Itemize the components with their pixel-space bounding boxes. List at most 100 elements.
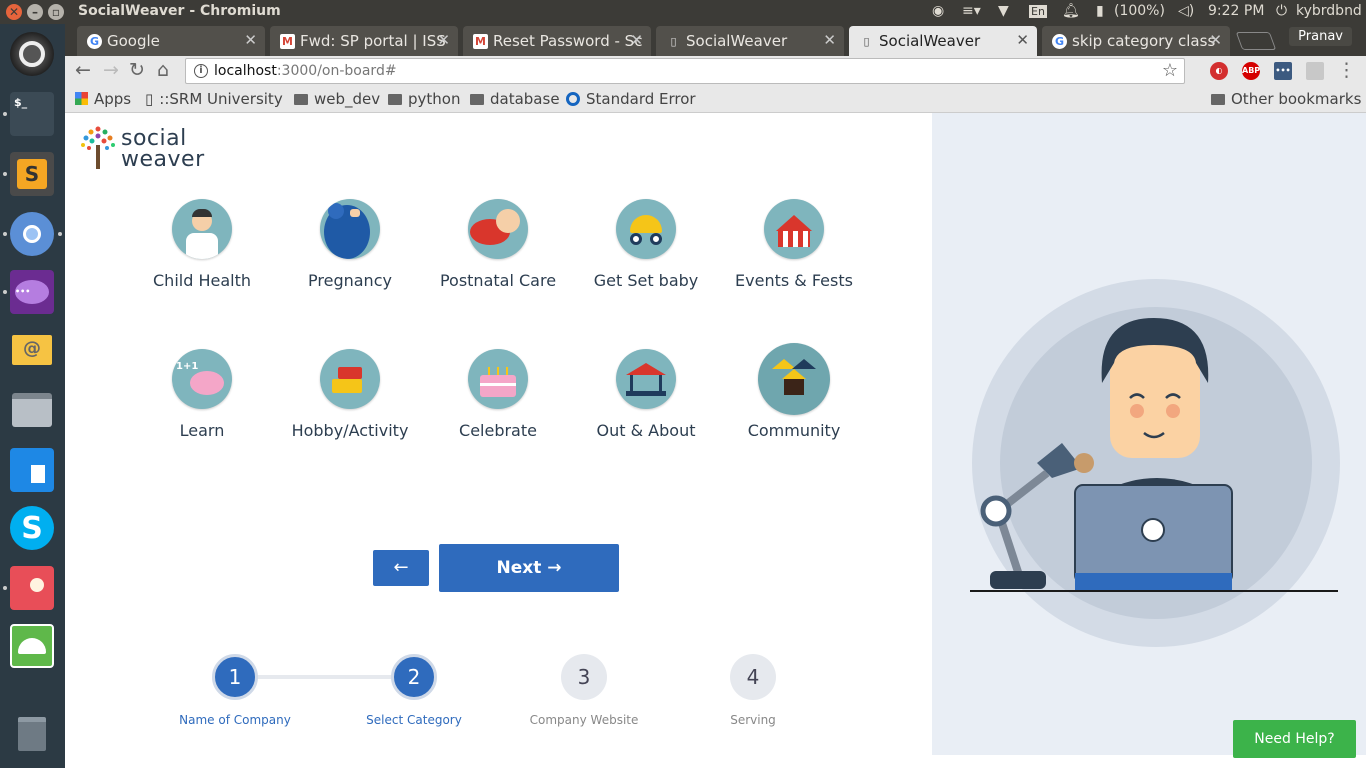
- browser-tab-strip: G Google ✕ M Fwd: SP portal | ISS ✕ M Re…: [65, 24, 1366, 56]
- close-tab-icon[interactable]: ✕: [437, 31, 450, 49]
- folder-icon: [294, 94, 308, 105]
- maximize-window-icon[interactable]: ▫: [48, 4, 64, 20]
- close-tab-icon[interactable]: ✕: [823, 31, 836, 49]
- next-button[interactable]: Next →: [439, 544, 619, 592]
- page-icon: ▯: [145, 90, 154, 108]
- bookmark-apps[interactable]: Apps: [75, 90, 131, 108]
- category-out-and-about[interactable]: Out & About: [572, 349, 720, 440]
- tab-gmail-sp-portal[interactable]: M Fwd: SP portal | ISS ✕: [270, 26, 458, 56]
- terminal-icon[interactable]: $_: [10, 92, 54, 136]
- doctor-icon: [172, 199, 232, 259]
- mail-icon[interactable]: @: [10, 328, 54, 372]
- system-top-panel: ✕ – ▫ SocialWeaver - Chromium ◉ ≡▾ ▼ En …: [0, 0, 1366, 24]
- notification-bell-icon[interactable]: 🔔︎: [1062, 3, 1080, 19]
- adblock-plus-icon[interactable]: ABP: [1242, 62, 1260, 80]
- houses-icon: [758, 343, 830, 415]
- bookmark-folder-database[interactable]: database: [470, 90, 560, 108]
- category-label: Out & About: [596, 421, 696, 440]
- minimize-window-icon[interactable]: –: [27, 4, 43, 20]
- bookmarks-bar: Apps ▯::SRM University web_dev python da…: [65, 86, 1366, 113]
- url-host: localhost: [214, 63, 277, 79]
- category-hobby-activity[interactable]: Hobby/Activity: [276, 349, 424, 440]
- close-tab-icon[interactable]: ✕: [1016, 31, 1029, 49]
- tab-reset-password[interactable]: M Reset Password - Sc ✕: [463, 26, 651, 56]
- baby-icon: [468, 199, 528, 259]
- address-bar[interactable]: i localhost:3000/on-board# ☆: [185, 58, 1185, 84]
- unity-launcher: $_ S ••• @ S: [0, 24, 65, 768]
- info-icon[interactable]: i: [194, 64, 208, 78]
- circus-tent-icon: [764, 199, 824, 259]
- profile-button[interactable]: Pranav: [1289, 27, 1352, 46]
- step-number: 1: [212, 654, 258, 700]
- volume-icon[interactable]: ◁): [1178, 3, 1194, 19]
- close-tab-icon[interactable]: ✕: [630, 31, 643, 49]
- files-icon[interactable]: [10, 388, 54, 432]
- tab-title: SocialWeaver: [879, 32, 981, 50]
- skype-icon[interactable]: S: [10, 506, 54, 550]
- illustration-panel: [932, 113, 1366, 755]
- socialweaver-logo[interactable]: social weaver: [79, 123, 204, 175]
- bookmark-folder-web-dev[interactable]: web_dev: [294, 90, 380, 108]
- tab-socialweaver-active[interactable]: ▯ SocialWeaver ✕: [849, 26, 1037, 56]
- keyboard-layout[interactable]: En: [1029, 5, 1047, 18]
- category-events-fests[interactable]: Events & Fests: [720, 199, 868, 290]
- tree-logo-icon: [81, 126, 115, 169]
- bookmark-other[interactable]: Other bookmarks: [1211, 90, 1361, 108]
- category-get-set-baby[interactable]: Get Set baby: [572, 199, 720, 290]
- category-learn[interactable]: 1+1 Learn: [128, 349, 276, 440]
- category-community[interactable]: Community: [720, 343, 868, 440]
- ubuntu-dash-icon[interactable]: [10, 32, 54, 76]
- category-celebrate[interactable]: Celebrate: [424, 349, 572, 440]
- home-icon[interactable]: ⌂: [157, 59, 169, 81]
- close-tab-icon[interactable]: ✕: [1209, 31, 1222, 49]
- menu-icon[interactable]: ⋮: [1337, 59, 1356, 81]
- category-label: Hobby/Activity: [291, 421, 409, 440]
- clock[interactable]: 9:22 PM: [1208, 3, 1264, 19]
- ublock-icon[interactable]: ◐: [1210, 62, 1228, 80]
- extension-dots-icon[interactable]: •••: [1274, 62, 1292, 80]
- wifi-icon[interactable]: ▼: [998, 3, 1009, 19]
- bookmark-label: web_dev: [314, 90, 381, 108]
- close-tab-icon[interactable]: ✕: [244, 31, 257, 49]
- step-4: 4 Serving: [683, 654, 823, 727]
- trash-icon[interactable]: [10, 712, 54, 756]
- user-name[interactable]: kybrdbnd: [1296, 3, 1362, 19]
- chromium-icon[interactable]: [10, 212, 54, 256]
- bookmark-standard-error[interactable]: Standard Error R: [566, 90, 701, 108]
- reload-icon[interactable]: ↻: [129, 59, 145, 81]
- gmail-icon: M: [473, 34, 488, 49]
- tab-skip-category[interactable]: G skip category class ✕: [1042, 26, 1230, 56]
- step-number: 3: [561, 654, 607, 700]
- qr-extension-icon[interactable]: [1306, 62, 1324, 80]
- new-tab-button[interactable]: [1235, 32, 1277, 50]
- document-icon[interactable]: [10, 448, 54, 492]
- text-format-icon[interactable]: ≡▾: [962, 3, 981, 19]
- pidgin-chat-icon[interactable]: •••: [10, 270, 54, 314]
- image-viewer-icon[interactable]: [10, 566, 54, 610]
- step-2: 2 Select Category: [344, 654, 484, 727]
- bookmark-label: database: [490, 90, 560, 108]
- category-child-health[interactable]: Child Health: [128, 199, 276, 290]
- battery-icon[interactable]: ▮: [1096, 3, 1104, 19]
- bookmark-srm-university[interactable]: ▯::SRM University: [145, 90, 283, 108]
- tab-google[interactable]: G Google ✕: [77, 26, 265, 56]
- battery-percent: (100%): [1114, 3, 1165, 19]
- turtle-app-icon[interactable]: [10, 624, 54, 668]
- forward-arrow-icon[interactable]: →: [103, 59, 119, 81]
- need-help-button[interactable]: Need Help?: [1233, 720, 1356, 758]
- network-indicator-icon[interactable]: ◉: [932, 3, 944, 19]
- category-label: Child Health: [153, 271, 251, 290]
- sublime-text-icon[interactable]: S: [10, 152, 54, 196]
- bookmark-star-icon[interactable]: ☆: [1162, 60, 1178, 81]
- close-window-icon[interactable]: ✕: [6, 4, 22, 20]
- category-postnatal-care[interactable]: Postnatal Care: [424, 199, 572, 290]
- bookmark-folder-python[interactable]: python: [388, 90, 460, 108]
- category-pregnancy[interactable]: Pregnancy: [276, 199, 424, 290]
- power-icon[interactable]: ⏻: [1276, 3, 1287, 19]
- tab-socialweaver-1[interactable]: ▯ SocialWeaver ✕: [656, 26, 844, 56]
- back-button[interactable]: ←: [373, 550, 429, 586]
- back-arrow-icon[interactable]: ←: [75, 59, 91, 81]
- apps-grid-icon: [75, 92, 88, 105]
- category-label: Postnatal Care: [439, 271, 557, 290]
- step-label: Select Category: [366, 713, 462, 727]
